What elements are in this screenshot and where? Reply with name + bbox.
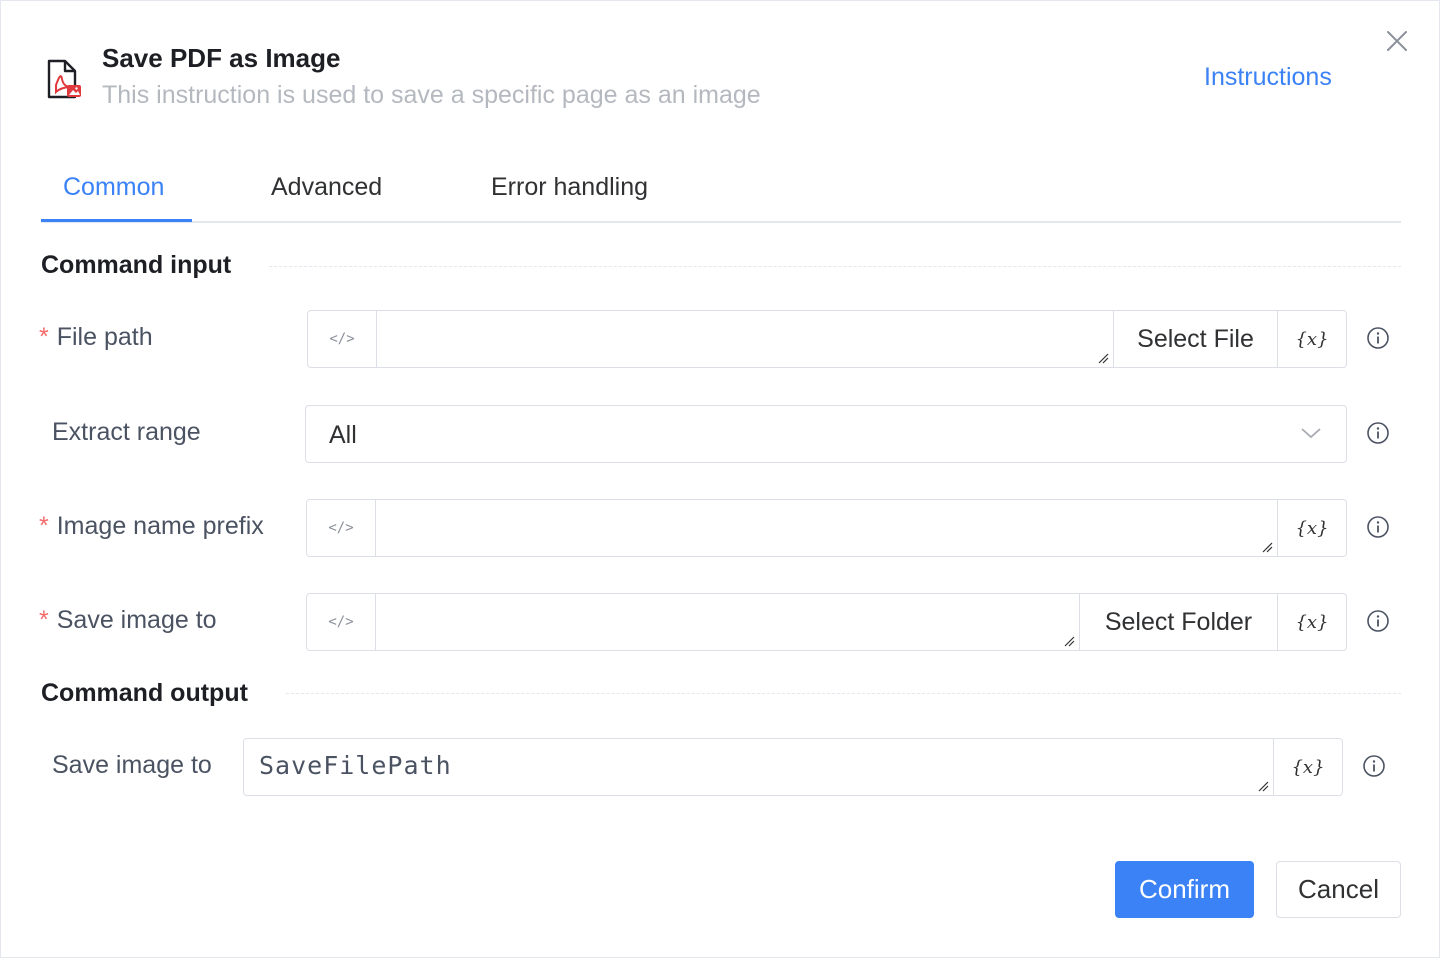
image-prefix-field: </> {x}	[306, 499, 1347, 557]
save-image-to-label: * Save image to	[39, 606, 217, 635]
save-image-to-label-text: Save image to	[56, 606, 217, 634]
required-marker: *	[39, 606, 49, 634]
dialog-subtitle: This instruction is used to save a speci…	[102, 81, 761, 109]
code-mode-button[interactable]: </>	[307, 594, 376, 650]
tab-error-handling[interactable]: Error handling	[491, 173, 648, 202]
select-file-button[interactable]: Select File	[1113, 311, 1277, 367]
resize-handle-icon[interactable]	[1097, 352, 1109, 364]
image-prefix-label-text: Image name prefix	[56, 512, 264, 540]
code-mode-button[interactable]: </>	[307, 500, 376, 556]
section-title-command-input: Command input	[41, 251, 232, 279]
cancel-button[interactable]: Cancel	[1276, 861, 1401, 918]
file-path-label-text: File path	[56, 323, 153, 351]
variable-button[interactable]: {x}	[1277, 311, 1346, 367]
resize-handle-icon[interactable]	[1261, 541, 1273, 553]
output-save-image-to-field: SaveFilePath {x}	[243, 738, 1343, 796]
extract-range-select[interactable]: All	[305, 405, 1347, 463]
resize-handle-icon[interactable]	[1063, 635, 1075, 647]
extract-range-value: All	[329, 421, 357, 449]
image-prefix-label: * Image name prefix	[39, 512, 264, 541]
save-image-to-field: </> Select Folder {x}	[306, 593, 1347, 651]
pdf-image-icon	[47, 59, 81, 99]
confirm-button[interactable]: Confirm	[1115, 861, 1254, 918]
code-mode-button[interactable]: </>	[308, 311, 377, 367]
tab-common[interactable]: Common	[63, 173, 164, 202]
info-icon[interactable]	[1366, 326, 1390, 350]
required-marker: *	[39, 323, 49, 351]
image-prefix-input[interactable]	[376, 500, 1277, 556]
output-save-image-to-label: Save image to	[52, 751, 212, 779]
info-icon[interactable]	[1366, 609, 1390, 633]
output-variable-input[interactable]: SaveFilePath	[244, 739, 1273, 795]
file-path-label: * File path	[39, 323, 153, 352]
chevron-down-icon	[1301, 428, 1321, 439]
select-folder-button[interactable]: Select Folder	[1079, 594, 1277, 650]
section-title-command-output: Command output	[41, 679, 248, 707]
file-path-field: </> Select File {x}	[307, 310, 1347, 368]
close-icon[interactable]	[1384, 28, 1410, 54]
resize-handle-icon[interactable]	[1257, 780, 1269, 792]
extract-range-label: Extract range	[52, 418, 201, 446]
dialog-title: Save PDF as Image	[102, 43, 341, 73]
active-tab-indicator	[41, 219, 192, 222]
info-icon[interactable]	[1366, 515, 1390, 539]
tab-bar: Common Advanced Error handling	[41, 161, 1401, 223]
save-image-to-input[interactable]	[376, 594, 1079, 650]
variable-button[interactable]: {x}	[1273, 739, 1342, 795]
section-divider	[269, 266, 1401, 267]
instructions-link[interactable]: Instructions	[1204, 63, 1332, 92]
required-marker: *	[39, 512, 49, 540]
section-divider	[286, 693, 1401, 694]
save-pdf-as-image-dialog: Save PDF as Image This instruction is us…	[0, 0, 1440, 958]
variable-button[interactable]: {x}	[1277, 500, 1346, 556]
tab-advanced[interactable]: Advanced	[271, 173, 382, 202]
info-icon[interactable]	[1366, 421, 1390, 445]
output-variable-value: SaveFilePath	[259, 751, 452, 780]
file-path-input[interactable]	[377, 311, 1113, 367]
info-icon[interactable]	[1362, 754, 1386, 778]
variable-button[interactable]: {x}	[1277, 594, 1346, 650]
